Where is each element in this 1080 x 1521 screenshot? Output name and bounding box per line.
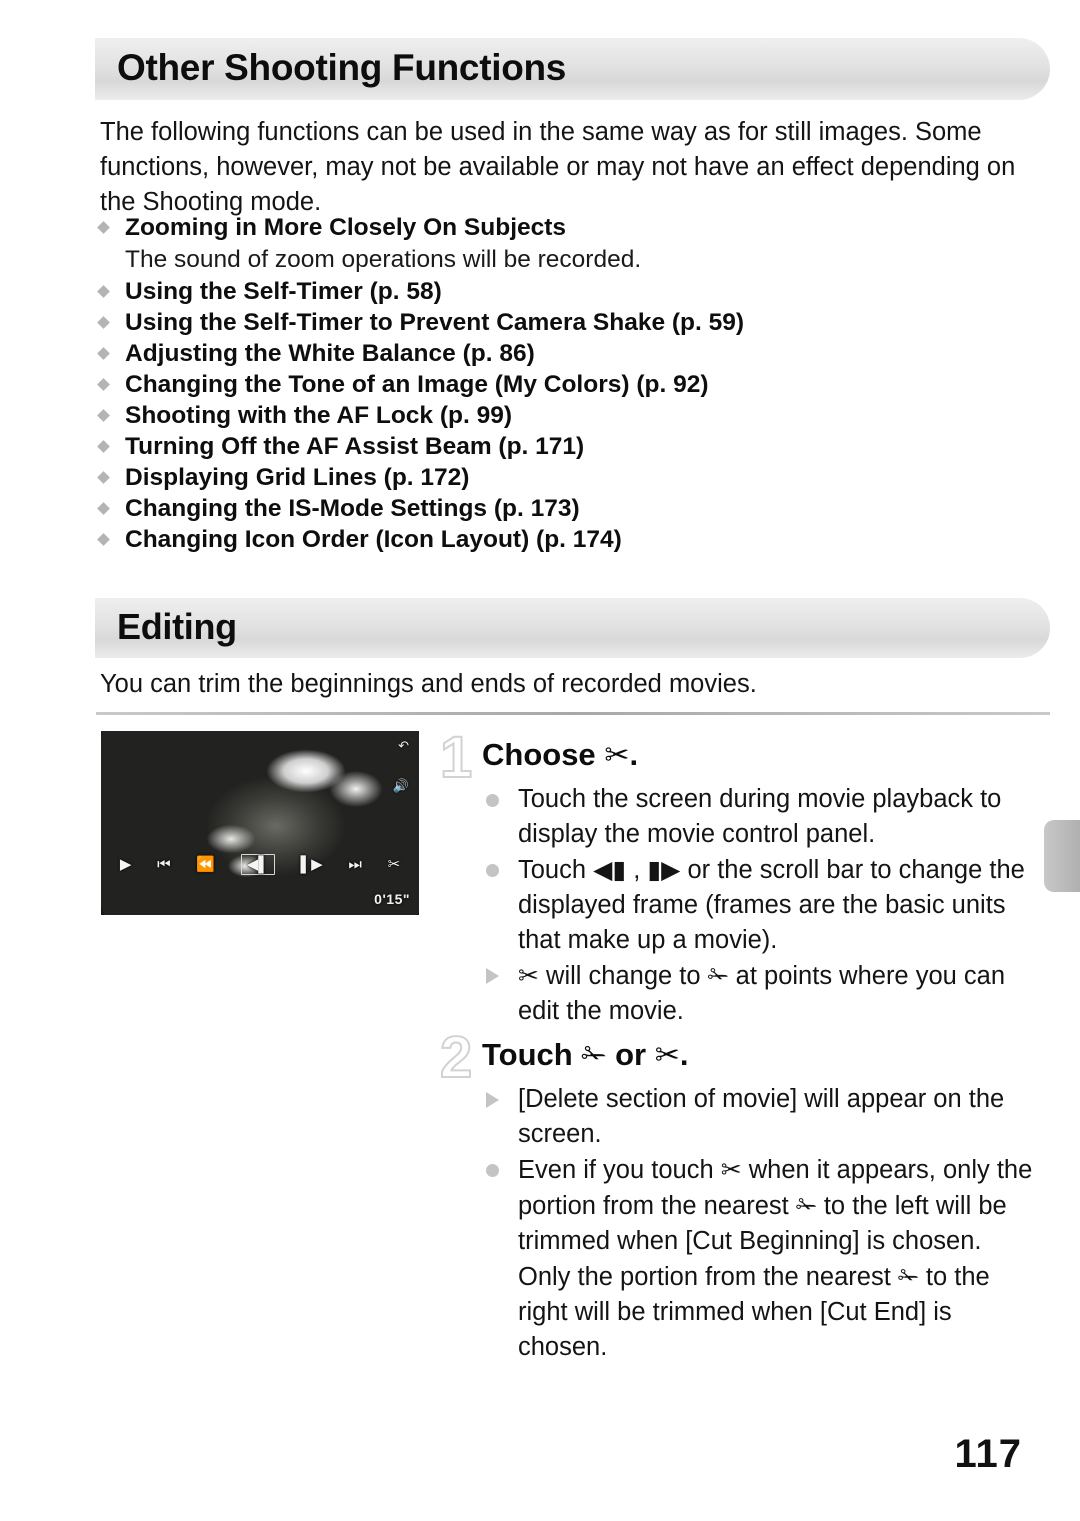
note-text: , — [626, 856, 648, 884]
step-heading: Touch ✁ or ✂. — [482, 1035, 1040, 1076]
note-text: will change to — [538, 962, 708, 990]
next-frame-icon[interactable]: ⏭ — [348, 857, 362, 872]
lcd-photo-branches — [101, 731, 419, 915]
scissors-icon: ✂ — [604, 738, 630, 773]
note-text: Even if you touch — [518, 1156, 721, 1184]
diamond-bullet-icon — [97, 533, 110, 546]
diamond-bullet-icon — [97, 409, 110, 422]
shooting-feature-list: Zooming in More Closely On Subjects The … — [95, 212, 995, 555]
volume-icon[interactable]: 🔊 — [393, 779, 409, 792]
list-item-label: Changing the Tone of an Image (My Colors… — [125, 371, 709, 398]
cut-point-icon: ✁ — [707, 961, 729, 990]
list-item-label: Adjusting the White Balance (p. 86) — [125, 340, 535, 367]
diamond-bullet-icon — [97, 347, 110, 360]
chapter-tab-marker — [1044, 820, 1080, 892]
scissors-icon: ✂ — [518, 961, 539, 990]
list-item[interactable]: Adjusting the White Balance (p. 86) — [95, 338, 995, 369]
note-item: Touch the screen during movie playback t… — [482, 782, 1040, 852]
step-heading: Choose ✂. — [482, 735, 1040, 776]
skip-back-icon[interactable]: ⏮ — [157, 857, 171, 872]
list-item-label: Changing Icon Order (Icon Layout) (p. 17… — [125, 526, 622, 553]
diamond-bullet-icon — [97, 471, 110, 484]
forward-frame-icon: ▮▶ — [647, 855, 681, 884]
section-title-shooting: Other Shooting Functions — [117, 47, 567, 89]
note-item: Even if you touch ✂ when it appears, onl… — [482, 1152, 1040, 1365]
manual-page: Other Shooting Functions The following f… — [0, 0, 1080, 1521]
note-item: Touch ◀▮ , ▮▶ or the scroll bar to chang… — [482, 852, 1040, 958]
prev-frame-icon[interactable]: ⏪ — [196, 857, 215, 872]
step-body: Touch the screen during movie playback t… — [482, 782, 1040, 1029]
page-number: 117 — [954, 1432, 1022, 1476]
step-1: 1 Choose ✂. Touch the screen during movi… — [439, 728, 1040, 1029]
list-item[interactable]: Using the Self-Timer (p. 58) — [95, 276, 995, 307]
list-item[interactable]: Changing the IS-Mode Settings (p. 173) — [95, 493, 995, 524]
diamond-bullet-icon — [97, 285, 110, 298]
list-item[interactable]: Changing the Tone of an Image (My Colors… — [95, 369, 995, 400]
movie-playback-screenshot: ↶ 🔊 ▶ ⏮ ⏪ ◀▌ ▌▶ ⏭ ✂ 0'15" — [101, 731, 419, 915]
list-item-label: Changing the IS-Mode Settings (p. 173) — [125, 495, 580, 522]
cut-point-icon: ✁ — [795, 1191, 817, 1220]
note-text: [Delete section of movie] will appear on… — [518, 1085, 1005, 1148]
dot-bullet-icon — [486, 1164, 499, 1177]
list-item-label: Using the Self-Timer to Prevent Camera S… — [125, 309, 745, 336]
shooting-intro-paragraph: The following functions can be used in t… — [100, 118, 1016, 216]
step-number: 1 — [439, 725, 473, 790]
list-item[interactable]: Zooming in More Closely On Subjects — [95, 212, 995, 243]
note-text: Touch — [518, 856, 594, 884]
step-heading-conjunction: or — [615, 1037, 647, 1072]
cut-point-icon: ✁ — [897, 1262, 919, 1291]
dot-bullet-icon — [486, 794, 499, 807]
step-body: [Delete section of movie] will appear on… — [482, 1082, 1040, 1365]
section-banner-shooting: Other Shooting Functions — [95, 38, 1050, 100]
list-item-label: Displaying Grid Lines (p. 172) — [125, 464, 470, 491]
list-item-note: The sound of zoom operations will be rec… — [125, 246, 642, 273]
list-item[interactable]: Displaying Grid Lines (p. 172) — [95, 462, 995, 493]
section-banner-editing: Editing — [95, 598, 1050, 658]
diamond-bullet-icon — [97, 378, 110, 391]
step-number: 2 — [439, 1025, 473, 1090]
step-2: 2 Touch ✁ or ✂. [Delete section of movie… — [439, 1028, 1040, 1365]
diamond-bullet-icon — [97, 502, 110, 515]
list-item[interactable]: Turning Off the AF Assist Beam (p. 171) — [95, 431, 995, 462]
diamond-bullet-icon — [97, 440, 110, 453]
editing-intro-paragraph: You can trim the beginnings and ends of … — [100, 670, 757, 698]
list-item-label: Zooming in More Closely On Subjects — [125, 214, 567, 241]
scissors-icon: ✂ — [654, 1038, 680, 1073]
list-item[interactable]: Changing Icon Order (Icon Layout) (p. 17… — [95, 524, 995, 555]
step-heading-text: Choose — [482, 737, 596, 772]
scissors-icon: ✂ — [720, 1155, 742, 1184]
reverse-frame-icon: ◀▮ — [593, 855, 627, 884]
note-item: [Delete section of movie] will appear on… — [482, 1082, 1040, 1152]
step-heading-suffix: . — [629, 737, 639, 772]
note-text: Touch the screen during movie playback t… — [518, 785, 1002, 848]
list-item[interactable]: Using the Self-Timer to Prevent Camera S… — [95, 307, 995, 338]
cut-point-icon: ✁ — [581, 1038, 607, 1073]
diamond-bullet-icon — [97, 316, 110, 329]
triangle-bullet-icon — [486, 968, 499, 984]
playback-timestamp: 0'15" — [374, 891, 410, 907]
return-arrow-icon[interactable]: ↶ — [398, 739, 409, 752]
section-title-editing: Editing — [117, 606, 237, 648]
list-item-label: Turning Off the AF Assist Beam (p. 171) — [125, 433, 585, 460]
movie-control-panel[interactable]: ▶ ⏮ ⏪ ◀▌ ▌▶ ⏭ ✂ — [101, 849, 419, 879]
list-item-label: Using the Self-Timer (p. 58) — [125, 278, 442, 305]
step-heading-suffix: . — [679, 1037, 689, 1072]
list-item-label: Shooting with the AF Lock (p. 99) — [125, 402, 512, 429]
diamond-bullet-icon — [97, 221, 110, 234]
list-item[interactable]: Shooting with the AF Lock (p. 99) — [95, 400, 995, 431]
dot-bullet-icon — [486, 864, 499, 877]
step-heading-text: Touch — [482, 1037, 573, 1072]
horizontal-divider — [96, 712, 1050, 715]
scissors-icon[interactable]: ✂ — [388, 857, 401, 872]
reverse-frame-icon[interactable]: ◀▌ — [240, 853, 275, 875]
forward-frame-icon[interactable]: ▌▶ — [301, 857, 323, 872]
play-icon[interactable]: ▶ — [120, 857, 132, 872]
triangle-bullet-icon — [486, 1092, 499, 1108]
note-item: ✂ will change to ✁ at points where you c… — [482, 958, 1040, 1029]
